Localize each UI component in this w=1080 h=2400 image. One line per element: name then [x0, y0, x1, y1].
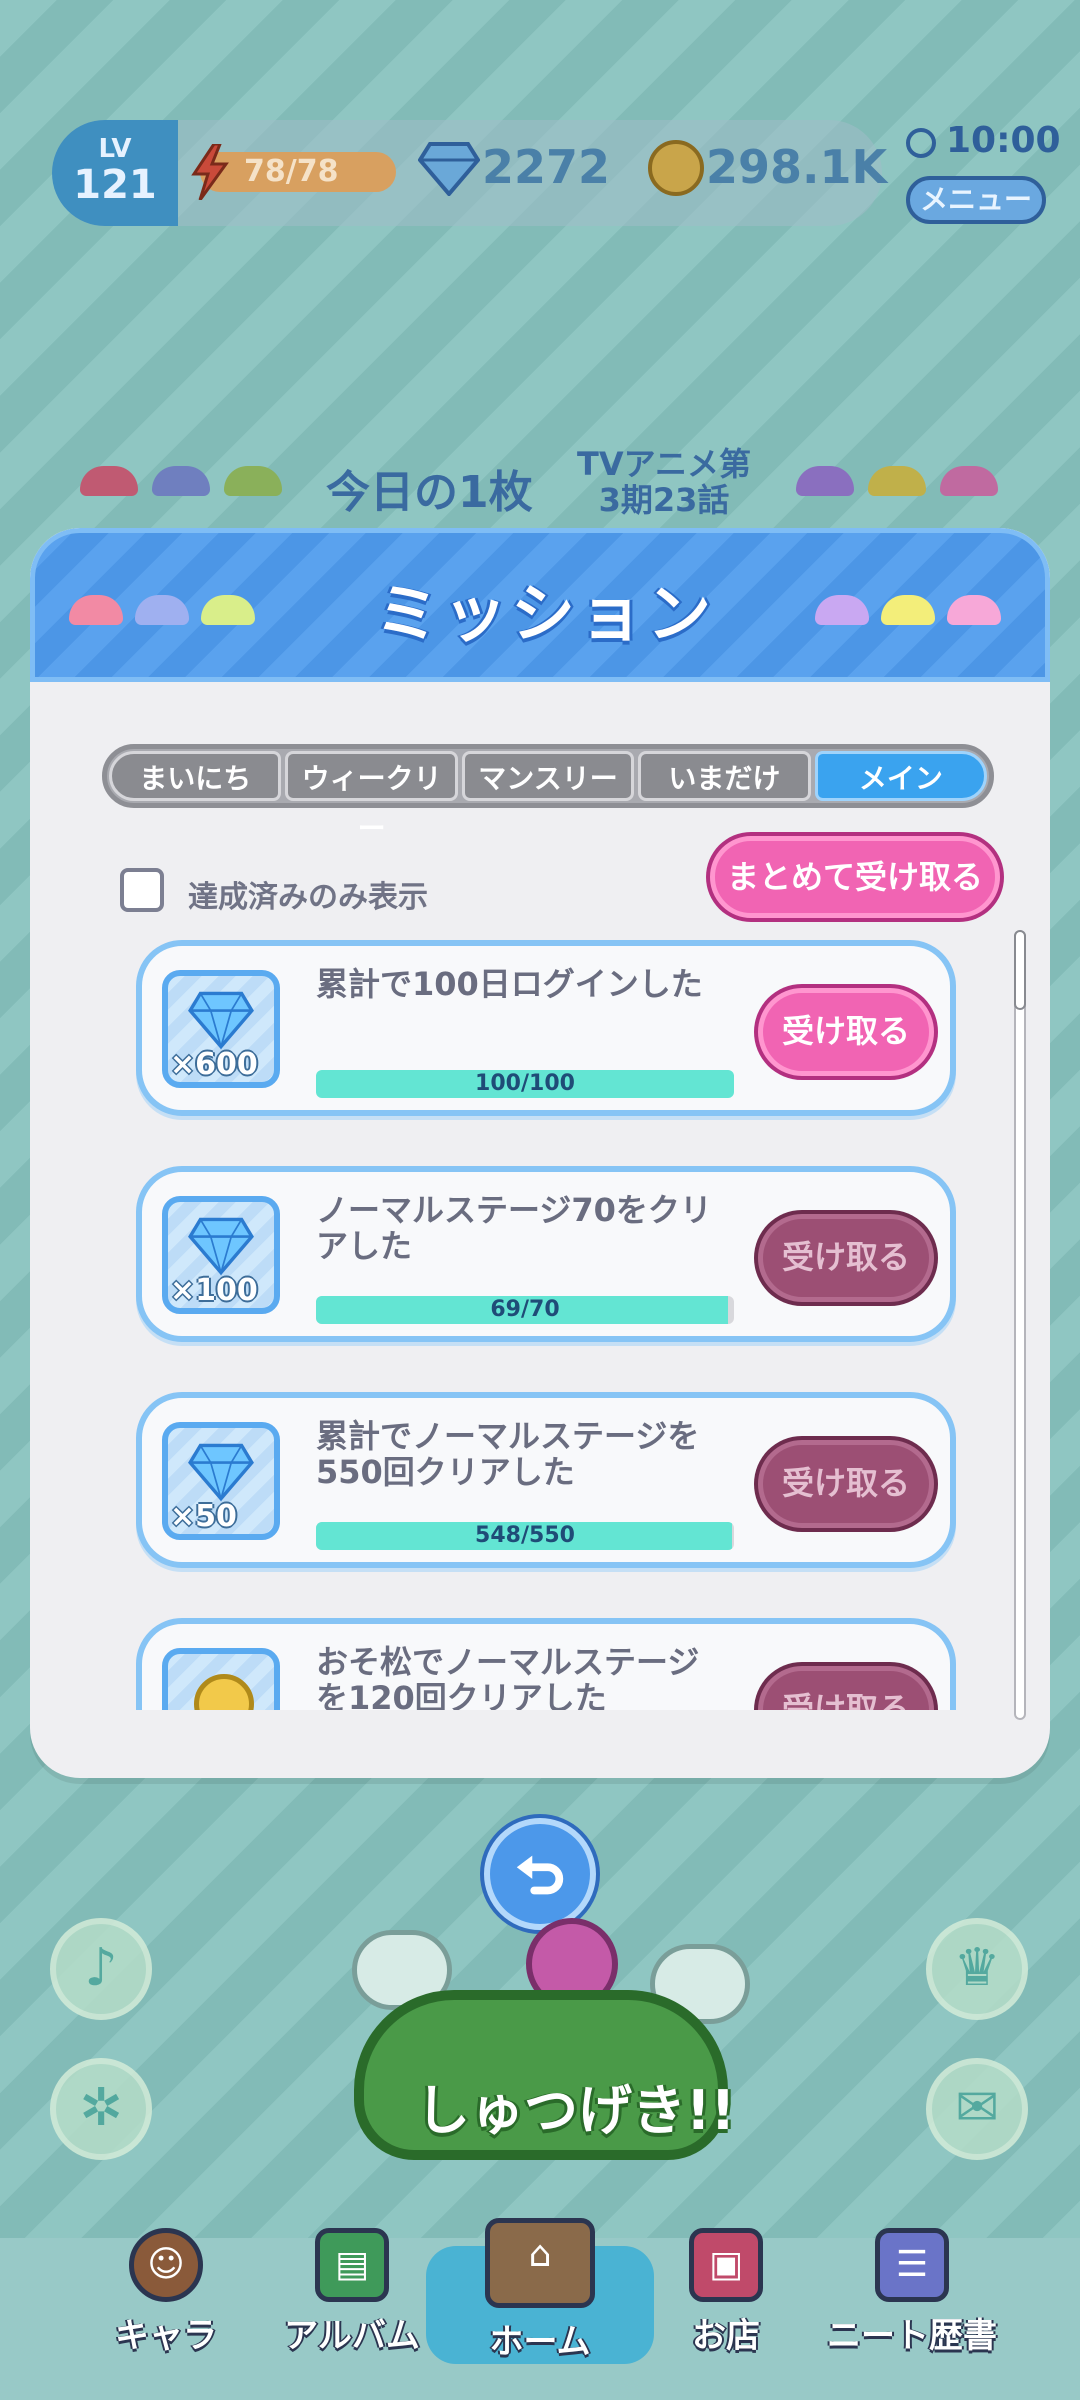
wheel-button[interactable]: ✲: [50, 2058, 152, 2160]
mission-text: おそ松でノーマルステージを120回クリアした: [316, 1643, 700, 1710]
nav-item-shop[interactable]: ▣ お店: [636, 2218, 816, 2368]
music-button[interactable]: ♪: [50, 1918, 152, 2020]
reward-icon-box: [162, 1648, 280, 1710]
episode-label: TVアニメ第 3期23話: [577, 445, 751, 519]
gem-count: 2272: [482, 140, 611, 194]
clock-time: 10:00: [946, 120, 1061, 161]
mission-list[interactable]: ×600 累計で100日ログインした 100/100 受け取る ×100 ノーマ…: [30, 940, 1030, 1710]
completed-only-checkbox[interactable]: [120, 868, 164, 912]
mission-dialog: ミッション まいにち ウィークリー マンスリー いまだけ メイン 達成済みのみ表…: [30, 528, 1050, 1778]
wheel-icon: ✲: [79, 2078, 123, 2138]
return-arrow-icon: [516, 1855, 564, 1895]
today-card-label: 今日の1枚: [326, 467, 533, 518]
trophy-icon: ♛: [953, 1938, 1001, 1998]
mission-text: 累計で100日ログインした: [316, 965, 703, 1003]
music-note-icon: ♪: [84, 1938, 118, 1998]
nav-item-album[interactable]: ▤ アルバム: [262, 2218, 442, 2368]
mission-progress-text: 69/70: [490, 1297, 560, 1322]
clock-icon: [906, 128, 936, 158]
album-icon: ▤: [315, 2228, 389, 2302]
nav-item-chara[interactable]: ☺ キャラ: [76, 2218, 256, 2368]
tab-main[interactable]: メイン: [814, 751, 988, 801]
reward-icon-box: ×100: [162, 1196, 280, 1314]
gift-icon: ✉: [955, 2078, 999, 2138]
mission-card: ×600 累計で100日ログインした 100/100 受け取る: [136, 940, 956, 1116]
mission-progress-text: 548/550: [475, 1523, 575, 1548]
gift-button[interactable]: ✉: [926, 2058, 1028, 2160]
coin-icon: [194, 1674, 254, 1710]
trophy-button[interactable]: ♛: [926, 1918, 1028, 2020]
mission-progress-text: 100/100: [475, 1071, 575, 1096]
nav-label: キャラ: [115, 2316, 217, 2356]
level-label: LV: [98, 134, 132, 164]
gem-icon: [418, 142, 480, 196]
nav-label: お店: [692, 2316, 760, 2356]
level-value: 121: [73, 162, 157, 208]
reward-quantity: ×50: [170, 1499, 237, 1534]
mission-text: ノーマルステージ70をクリアした: [316, 1191, 712, 1265]
back-button[interactable]: [484, 1818, 596, 1930]
decor-bump: [224, 466, 282, 496]
mission-dialog-header: ミッション: [30, 528, 1050, 682]
reward-quantity: ×600: [170, 1047, 258, 1082]
scrollbar-thumb[interactable]: [1014, 930, 1026, 1010]
level-badge: LV 121: [52, 120, 178, 226]
coin-count: 298.1K: [706, 140, 888, 194]
decor-bump: [152, 466, 210, 496]
sortie-label: しゅつげき!!: [416, 2079, 736, 2142]
decor-bump: [940, 466, 998, 496]
nav-item-home[interactable]: ⌂ ホーム: [450, 2218, 630, 2368]
receive-button[interactable]: 受け取る: [758, 1214, 934, 1302]
nav-label: ニート歴書: [827, 2316, 997, 2356]
decor-bump: [796, 466, 854, 496]
tab-weekly[interactable]: ウィークリー: [285, 751, 458, 845]
nav-label: アルバム: [284, 2316, 420, 2356]
receive-button[interactable]: 受け取る: [758, 1440, 934, 1528]
gem-icon: [188, 991, 254, 1050]
coin-icon: [648, 140, 704, 196]
mission-tabs: まいにち ウィークリー マンスリー いまだけ メイン: [102, 744, 994, 845]
tab-monthly[interactable]: マンスリー: [461, 751, 635, 801]
receive-button[interactable]: 受け取る: [758, 988, 934, 1076]
chara-icon: ☺: [129, 2228, 203, 2302]
decor-bump: [868, 466, 926, 496]
nav-label: ホーム: [489, 2322, 591, 2362]
nav-item-resume[interactable]: ☰ ニート歴書: [822, 2218, 1002, 2368]
reward-quantity: ×100: [170, 1273, 258, 1308]
claim-all-button[interactable]: まとめて受け取る: [710, 836, 1000, 918]
lightning-icon: [191, 144, 229, 200]
tab-daily[interactable]: まいにち: [109, 751, 282, 801]
mission-card: おそ松でノーマルステージを120回クリアした 受け取る: [136, 1618, 956, 1710]
reward-icon-box: ×600: [162, 970, 280, 1088]
completed-only-label: 達成済みのみ表示: [188, 880, 428, 915]
gem-icon: [188, 1443, 254, 1502]
shop-icon: ▣: [689, 2228, 763, 2302]
receive-button[interactable]: 受け取る: [758, 1666, 934, 1710]
tab-limited[interactable]: いまだけ: [638, 751, 811, 801]
mission-list-scrollbar[interactable]: [1014, 930, 1026, 1720]
menu-button[interactable]: メニュー: [906, 176, 1046, 224]
home-icon: ⌂: [485, 2218, 595, 2308]
gem-icon: [188, 1217, 254, 1276]
mission-card: ×50 累計でノーマルステージを550回クリアした 548/550 受け取る: [136, 1392, 956, 1568]
decor-bump: [80, 466, 138, 496]
mission-text: 累計でノーマルステージを550回クリアした: [316, 1417, 700, 1491]
resume-icon: ☰: [875, 2228, 949, 2302]
mission-card: ×100 ノーマルステージ70をクリアした 69/70 受け取る: [136, 1166, 956, 1342]
reward-icon-box: ×50: [162, 1422, 280, 1540]
